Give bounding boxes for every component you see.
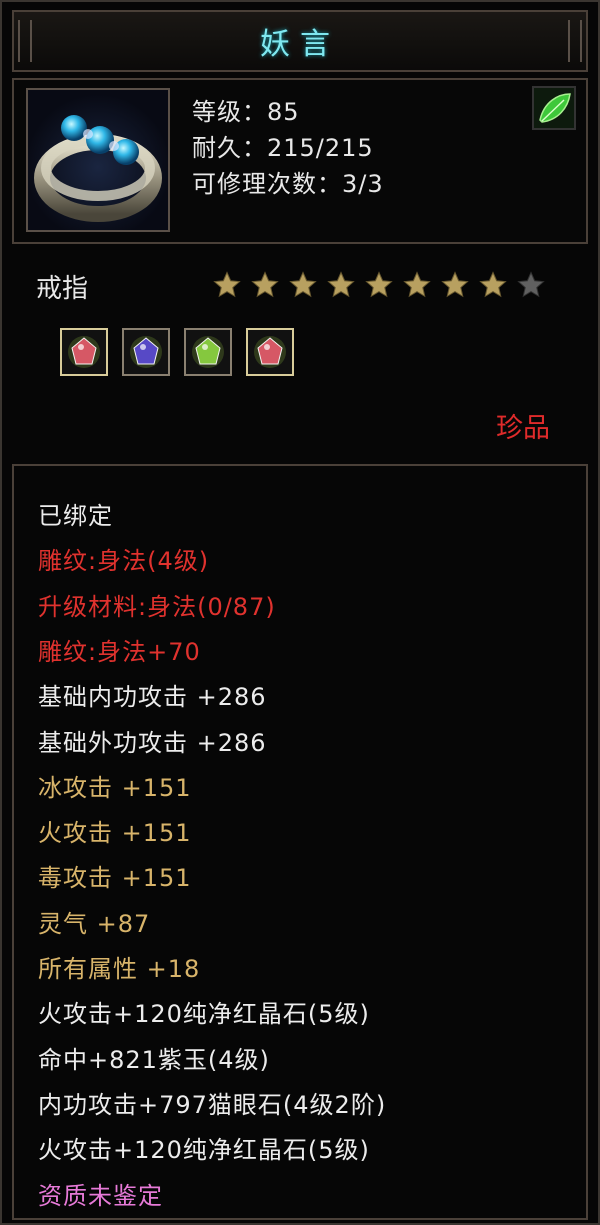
attribute-line: 资质未鉴定: [38, 1181, 163, 1210]
attribute-line: 内功攻击+797猫眼石(4级2阶): [38, 1090, 387, 1119]
item-name: 妖言: [260, 27, 340, 62]
star-filled-icon: [403, 271, 431, 298]
attribute-line: 雕纹:身法+70: [38, 637, 201, 666]
star-filled-icon: [441, 271, 469, 298]
cats-eye-gem-slot[interactable]: [184, 328, 232, 376]
star-filled-icon: [327, 271, 355, 298]
attribute-line: 雕纹:身法(4级): [38, 547, 210, 576]
star-rating: [212, 270, 554, 300]
leaf-icon: [532, 86, 576, 130]
attribute-line: 基础内功攻击 +286: [38, 683, 267, 712]
item-type: 戒指: [36, 274, 89, 304]
red-crystal-gem-icon: [68, 336, 100, 368]
cats-eye-gem-icon: [192, 336, 224, 368]
gem-sockets: [60, 328, 308, 376]
attribute-line: 火攻击+120纯净红晶石(5级): [38, 1000, 370, 1029]
attribute-line: 灵气 +87: [38, 909, 151, 938]
star-filled-icon: [365, 271, 393, 298]
star-filled-icon: [479, 271, 507, 298]
level-stat: 等级：85: [192, 98, 300, 126]
attribute-line: 火攻击 +151: [38, 819, 192, 848]
attribute-line: 所有属性 +18: [38, 955, 201, 983]
purple-jade-gem-icon: [130, 336, 162, 368]
red-crystal-gem-slot[interactable]: [246, 328, 294, 376]
star-filled-icon: [289, 271, 317, 298]
repair-count-stat: 可修理次数：3/3: [192, 170, 384, 198]
attribute-line: 火攻击+120纯净红晶石(5级): [38, 1136, 370, 1165]
ring-icon: [26, 88, 170, 232]
star-filled-icon: [213, 271, 241, 298]
item-tooltip: 妖言 等级：85 耐久：215/215 可修理次数：3/3 戒指 珍品 已绑定 …: [0, 0, 600, 1225]
attribute-line: 冰攻击 +151: [38, 773, 192, 802]
attribute-line: 命中+821紫玉(4级): [38, 1045, 270, 1074]
red-crystal-gem-slot[interactable]: [60, 328, 108, 376]
attribute-line: 升级材料:身法(0/87): [38, 592, 276, 621]
title-bar: 妖言: [12, 10, 588, 72]
quality-label: 珍品: [496, 413, 550, 444]
attribute-line: 已绑定: [38, 502, 113, 530]
durability-stat: 耐久：215/215: [192, 134, 374, 162]
item-header: 等级：85 耐久：215/215 可修理次数：3/3: [12, 78, 588, 244]
attribute-line: 毒攻击 +151: [38, 864, 192, 893]
star-empty-icon: [517, 271, 545, 298]
purple-jade-gem-slot[interactable]: [122, 328, 170, 376]
attribute-line: 基础外功攻击 +286: [38, 728, 267, 757]
star-filled-icon: [251, 271, 279, 298]
red-crystal-gem-icon: [254, 336, 286, 368]
attribute-panel: 已绑定雕纹:身法(4级) 升级材料:身法(0/87) 雕纹:身法+70 基础内功攻击 …: [12, 464, 588, 1220]
